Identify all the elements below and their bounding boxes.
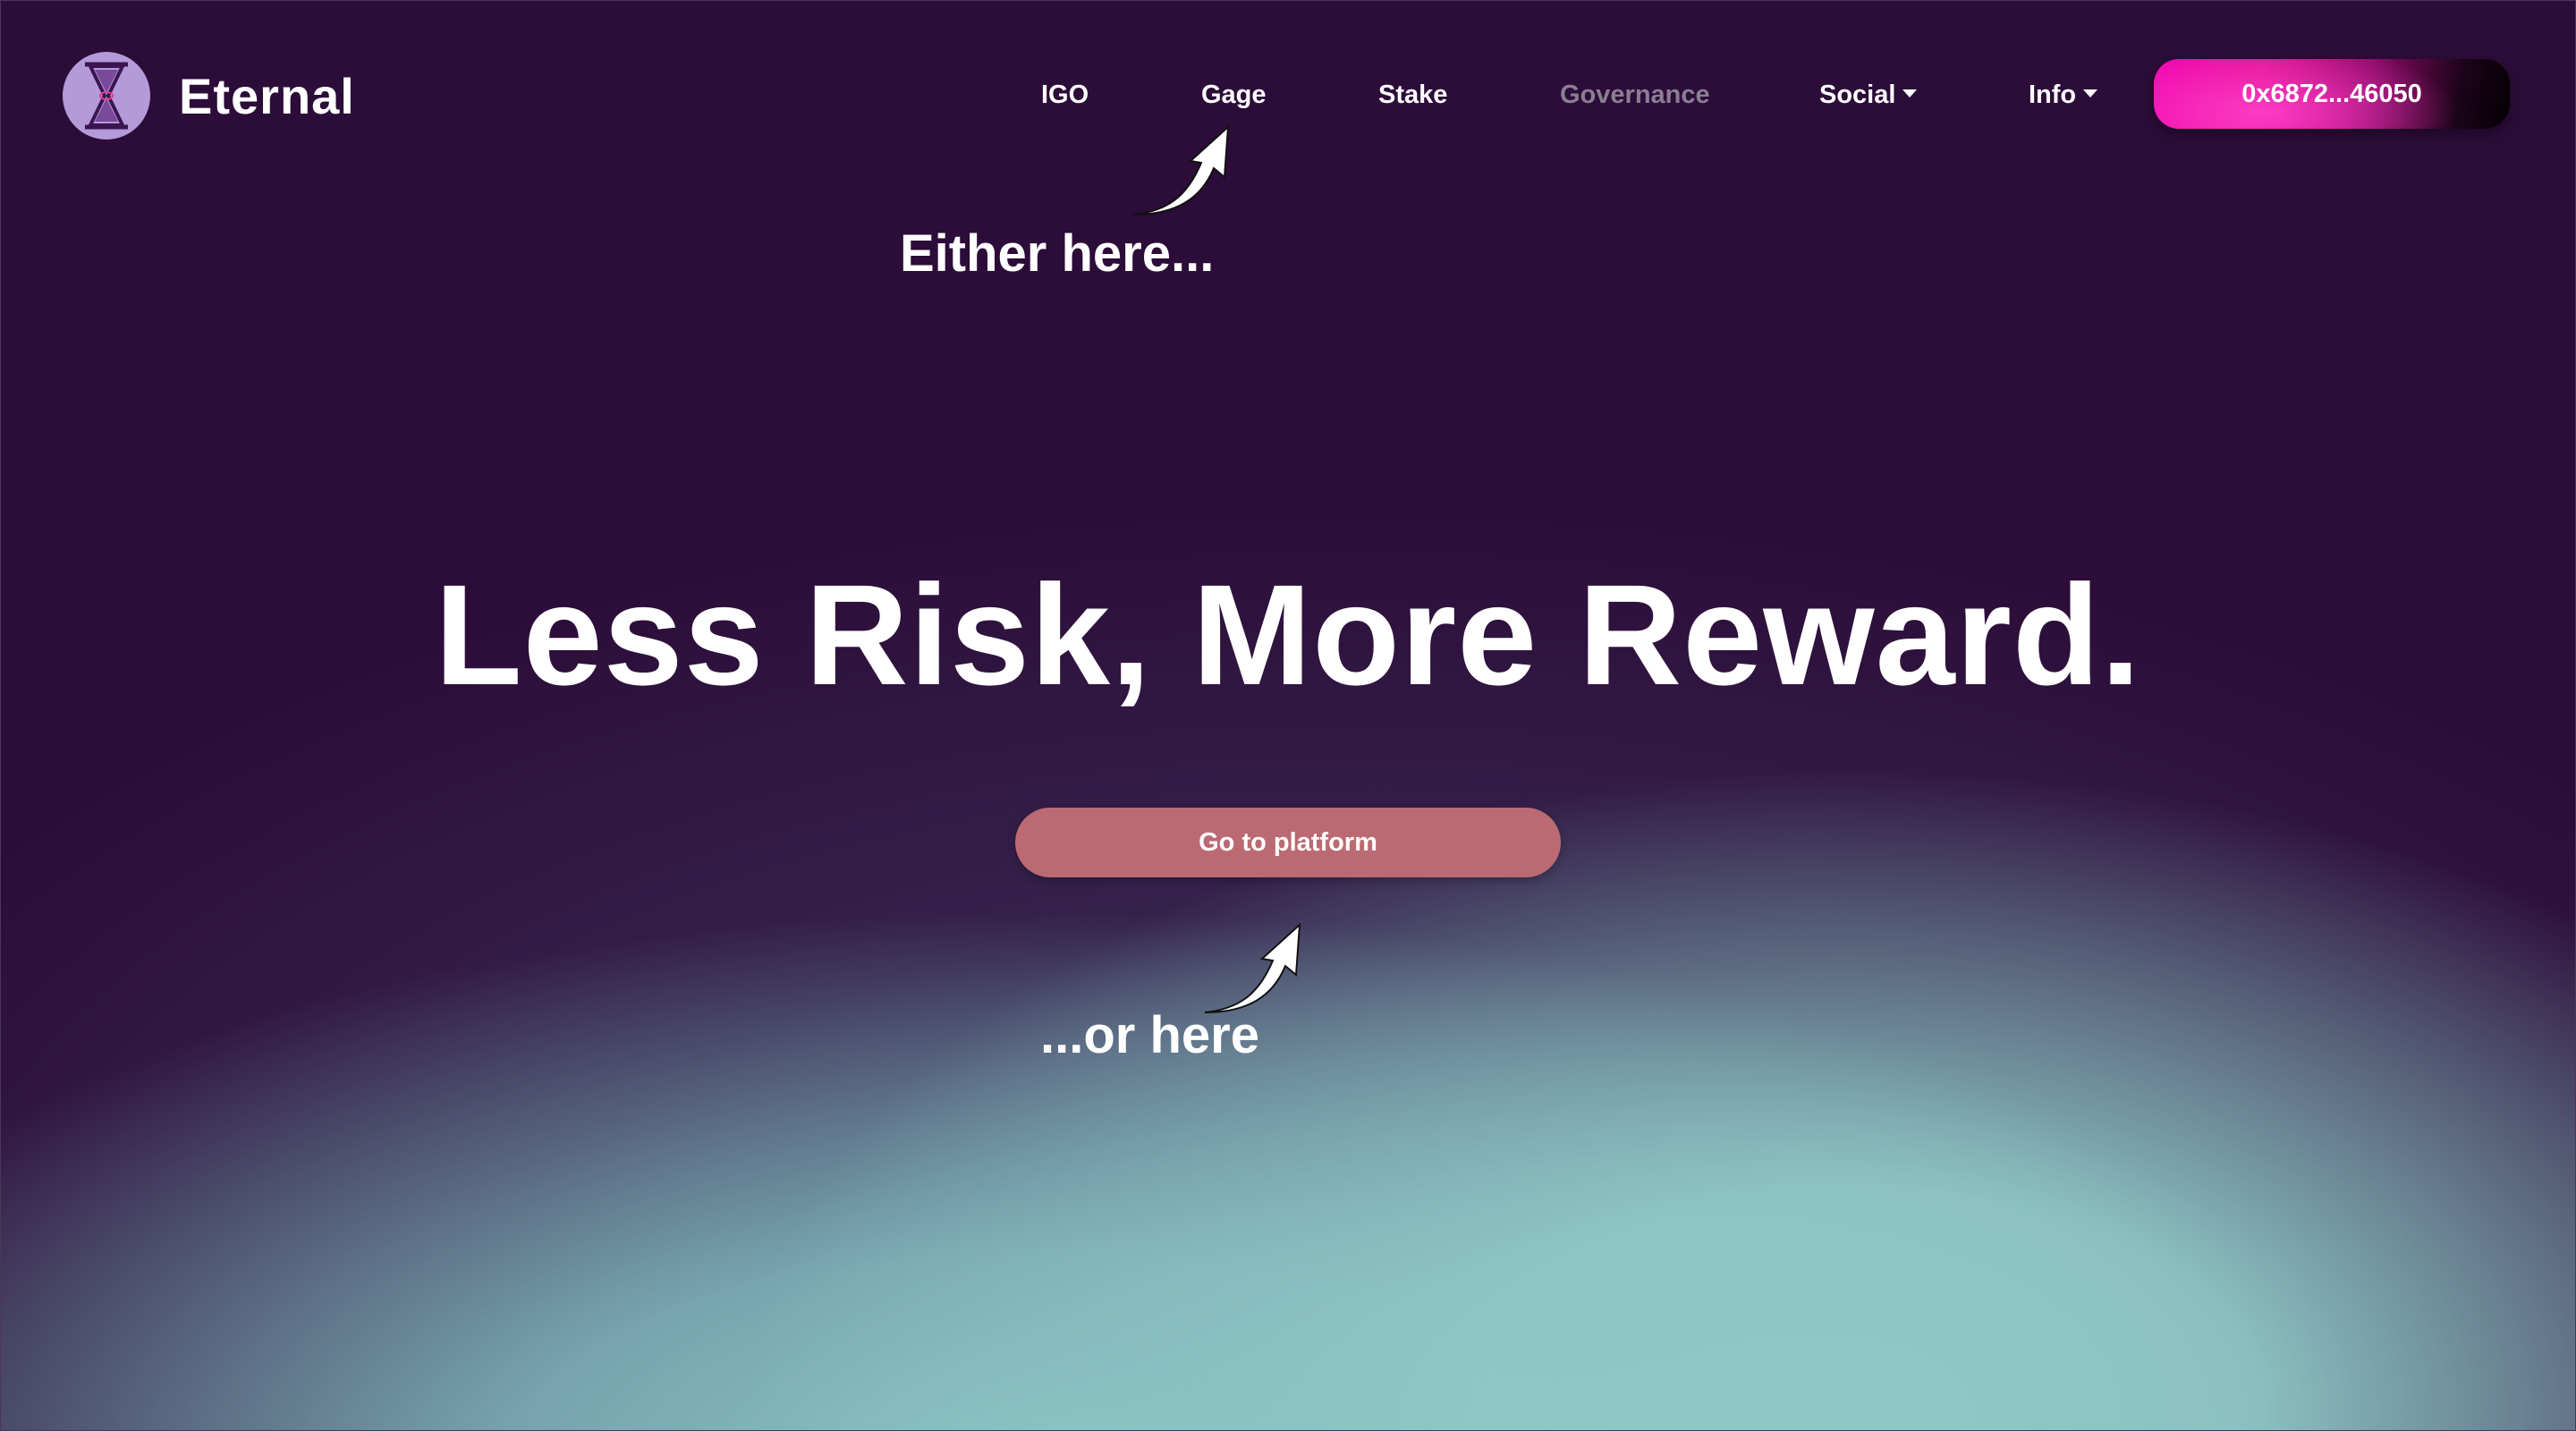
caret-down-icon bbox=[1902, 89, 1918, 97]
annotation-bottom-text: ...or here bbox=[1040, 1006, 1259, 1064]
go-to-platform-button[interactable]: Go to platform bbox=[1015, 808, 1561, 877]
nav-item-governance[interactable]: Governance bbox=[1560, 75, 1710, 114]
hero-headline: Less Risk, More Reward. bbox=[434, 555, 2142, 715]
caret-down-icon bbox=[2083, 89, 2098, 97]
annotation-arrow-top-icon bbox=[1132, 124, 1230, 216]
nav-item-social[interactable]: Social bbox=[1819, 75, 1918, 114]
annotation-top-text: Either here... bbox=[900, 224, 1215, 283]
nav-item-social-label: Social bbox=[1819, 80, 1896, 109]
nav-item-gage[interactable]: Gage bbox=[1201, 75, 1267, 114]
nav-item-igo[interactable]: IGO bbox=[1041, 75, 1089, 114]
nav-item-info[interactable]: Info bbox=[2029, 75, 2098, 114]
wallet-address-button[interactable]: 0x6872...46050 bbox=[2154, 59, 2510, 129]
nav-item-info-label: Info bbox=[2029, 80, 2077, 109]
hero-background-gradient bbox=[0, 0, 2576, 1431]
nav-item-stake[interactable]: Stake bbox=[1378, 75, 1447, 114]
annotation-arrow-bottom-icon bbox=[1204, 922, 1301, 1013]
